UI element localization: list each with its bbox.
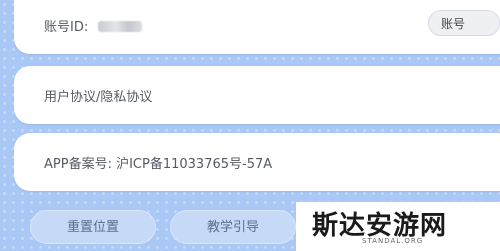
agreement-card[interactable]: 用户协议/隐私协议 [14, 66, 500, 124]
watermark-subtitle: STANDAL.ORG [362, 237, 424, 245]
account-button[interactable]: 账号 [428, 10, 500, 36]
tutorial-button[interactable]: 教学引导 [170, 210, 296, 244]
site-watermark: 斯达安游网 STANDAL.ORG [296, 202, 500, 251]
icp-record-text: APP备案号: 沪ICP备11033765号-57A [44, 157, 273, 172]
account-id-value-redacted [98, 21, 143, 32]
reset-position-button[interactable]: 重置位置 [30, 210, 156, 244]
account-id-label: 账号ID: [44, 20, 89, 35]
account-id-row: 账号ID: [44, 16, 143, 35]
account-card: 账号ID: 账号 [14, 0, 500, 54]
icp-card: APP备案号: 沪ICP备11033765号-57A [14, 133, 500, 191]
agreement-link[interactable]: 用户协议/隐私协议 [44, 86, 152, 105]
